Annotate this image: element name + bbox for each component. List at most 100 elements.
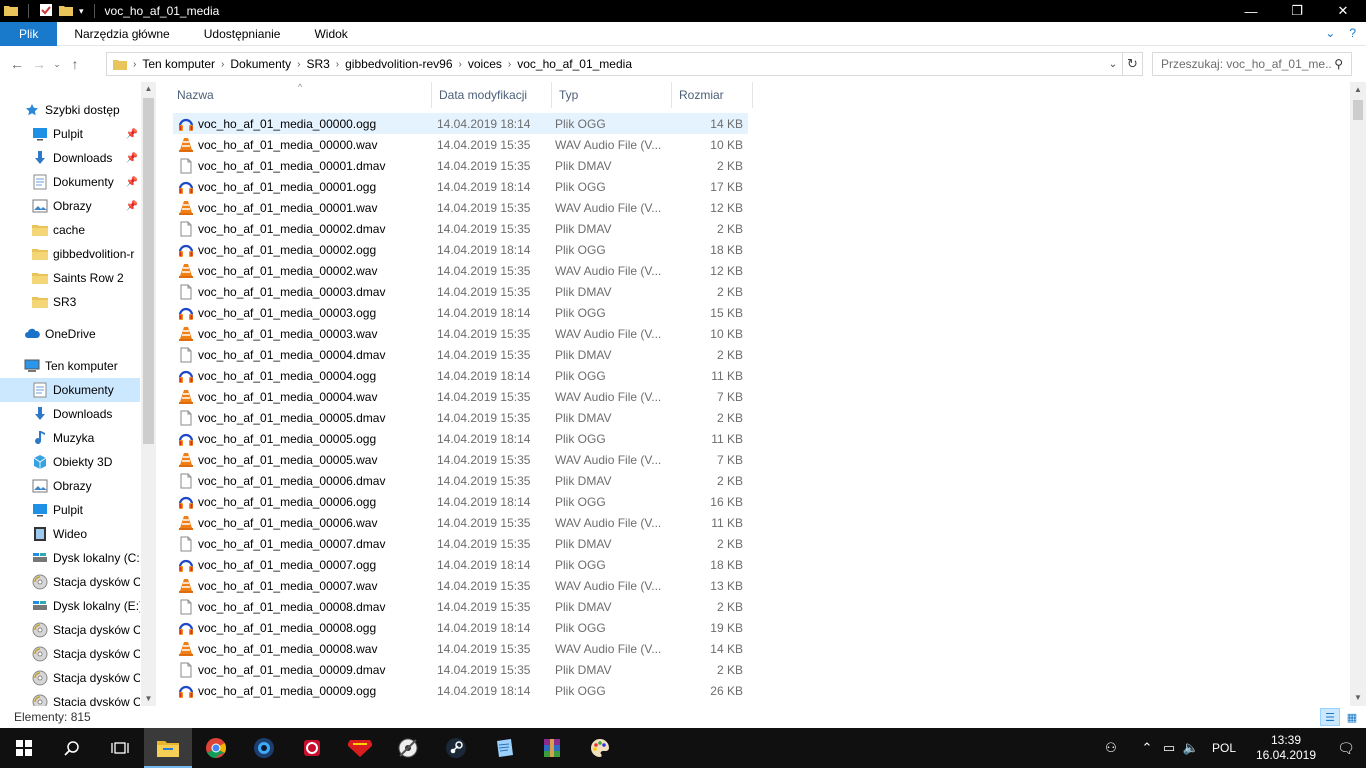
- search-box[interactable]: ⚲: [1152, 52, 1352, 76]
- nav-item[interactable]: Stacja dysków C: [0, 690, 140, 706]
- forward-arrow-icon[interactable]: →: [28, 56, 50, 72]
- file-row[interactable]: voc_ho_af_01_media_00002.ogg 14.04.2019 1…: [173, 239, 748, 260]
- file-row[interactable]: voc_ho_af_01_media_00004.dmav 14.04.2019 …: [173, 344, 748, 365]
- scroll-down-icon[interactable]: ▼: [1350, 690, 1366, 706]
- nav-item[interactable]: Obrazy 📌: [0, 194, 140, 218]
- pin-icon[interactable]: 📌: [126, 201, 138, 212]
- paint-icon[interactable]: [576, 728, 624, 768]
- help-icon[interactable]: ?: [1349, 26, 1356, 40]
- nav-item[interactable]: Muzyka: [0, 426, 140, 450]
- nav-item[interactable]: Pulpit: [0, 498, 140, 522]
- nav-item[interactable]: Szybki dostęp: [0, 98, 140, 122]
- people-icon[interactable]: ⚇: [1100, 728, 1122, 768]
- file-row[interactable]: voc_ho_af_01_media_00006.ogg 14.04.2019 1…: [173, 491, 748, 512]
- breadcrumb-item[interactable]: gibbedvolition-rev96: [341, 57, 456, 71]
- nav-item[interactable]: Ten komputer: [0, 354, 140, 378]
- scrollbar-thumb[interactable]: [143, 98, 154, 444]
- nav-item[interactable]: Dokumenty 📌: [0, 170, 140, 194]
- winrar-icon[interactable]: [528, 728, 576, 768]
- chevron-right-icon[interactable]: ›: [334, 59, 341, 70]
- maximize-icon[interactable]: ❐: [1274, 0, 1320, 22]
- nav-item[interactable]: Stacja dysków C: [0, 642, 140, 666]
- nav-item[interactable]: gibbedvolition-r: [0, 242, 140, 266]
- nav-item[interactable]: Stacja dysków C: [0, 618, 140, 642]
- close-icon[interactable]: ✕: [1320, 0, 1366, 22]
- refresh-icon[interactable]: ↻: [1123, 52, 1143, 76]
- breadcrumb-item[interactable]: Dokumenty: [226, 57, 295, 71]
- file-row[interactable]: voc_ho_af_01_media_00005.ogg 14.04.2019 1…: [173, 428, 748, 449]
- nav-item[interactable]: Downloads: [0, 402, 140, 426]
- windows-start-icon[interactable]: [0, 728, 48, 768]
- file-row[interactable]: voc_ho_af_01_media_00001.ogg 14.04.2019 1…: [173, 176, 748, 197]
- file-row[interactable]: voc_ho_af_01_media_00000.ogg 14.04.2019 1…: [173, 113, 748, 134]
- pin-icon[interactable]: 📌: [126, 177, 138, 188]
- details-view-icon[interactable]: ☰: [1320, 708, 1340, 726]
- customize-toolbar-icon[interactable]: ▾: [79, 6, 84, 17]
- nav-item[interactable]: Stacja dysków C: [0, 666, 140, 690]
- file-row[interactable]: voc_ho_af_01_media_00006.dmav 14.04.2019 …: [173, 470, 748, 491]
- nav-item[interactable]: Saints Row 2: [0, 266, 140, 290]
- volume-icon[interactable]: 🔈: [1180, 728, 1202, 768]
- nav-item[interactable]: Dysk lokalny (C:): [0, 546, 140, 570]
- file-row[interactable]: voc_ho_af_01_media_00003.ogg 14.04.2019 1…: [173, 302, 748, 323]
- scrollbar-thumb[interactable]: [1353, 100, 1363, 120]
- up-arrow-icon[interactable]: ↑: [64, 56, 86, 72]
- file-row[interactable]: voc_ho_af_01_media_00008.dmav 14.04.2019 …: [173, 596, 748, 617]
- network-icon[interactable]: ▭: [1158, 728, 1180, 768]
- chevron-down-icon[interactable]: ⌄: [1104, 53, 1122, 75]
- tab-share[interactable]: Udostępnianie: [187, 22, 298, 46]
- nav-item[interactable]: Downloads 📌: [0, 146, 140, 170]
- file-row[interactable]: voc_ho_af_01_media_00000.wav 14.04.2019 1…: [173, 134, 748, 155]
- scroll-up-icon[interactable]: ▲: [141, 82, 156, 96]
- tab-view[interactable]: Widok: [297, 22, 364, 46]
- file-explorer-icon[interactable]: [144, 728, 192, 768]
- file-row[interactable]: voc_ho_af_01_media_00007.ogg 14.04.2019 1…: [173, 554, 748, 575]
- tab-file[interactable]: Plik: [0, 21, 58, 46]
- chevron-right-icon[interactable]: ›: [131, 59, 138, 70]
- new-folder-icon[interactable]: [59, 4, 73, 19]
- column-header-date[interactable]: Data modyfikacji: [432, 82, 552, 108]
- search-input[interactable]: [1161, 57, 1331, 71]
- nav-item[interactable]: Wideo: [0, 522, 140, 546]
- notepad-app-icon[interactable]: [480, 728, 528, 768]
- clock[interactable]: 13:39 16.04.2019: [1246, 733, 1326, 763]
- file-row[interactable]: voc_ho_af_01_media_00007.wav 14.04.2019 1…: [173, 575, 748, 596]
- breadcrumb-item[interactable]: SR3: [302, 57, 333, 71]
- chevron-right-icon[interactable]: ›: [295, 59, 302, 70]
- nav-item[interactable]: Obrazy: [0, 474, 140, 498]
- scroll-up-icon[interactable]: ▲: [1350, 82, 1366, 98]
- file-row[interactable]: voc_ho_af_01_media_00007.dmav 14.04.2019 …: [173, 533, 748, 554]
- pin-icon[interactable]: 📌: [126, 153, 138, 164]
- file-row[interactable]: voc_ho_af_01_media_00005.wav 14.04.2019 1…: [173, 449, 748, 470]
- file-row[interactable]: voc_ho_af_01_media_00002.dmav 14.04.2019 …: [173, 218, 748, 239]
- file-row[interactable]: voc_ho_af_01_media_00006.wav 14.04.2019 1…: [173, 512, 748, 533]
- breadcrumb-item[interactable]: voc_ho_af_01_media: [513, 57, 636, 71]
- file-row[interactable]: voc_ho_af_01_media_00003.dmav 14.04.2019 …: [173, 281, 748, 302]
- file-row[interactable]: voc_ho_af_01_media_00008.ogg 14.04.2019 1…: [173, 617, 748, 638]
- breadcrumb-item[interactable]: voices: [464, 57, 506, 71]
- nav-item[interactable]: cache: [0, 218, 140, 242]
- file-row[interactable]: voc_ho_af_01_media_00001.dmav 14.04.2019 …: [173, 155, 748, 176]
- show-hidden-icons-icon[interactable]: ⌃: [1136, 728, 1158, 768]
- pin-icon[interactable]: 📌: [126, 129, 138, 140]
- column-header-name[interactable]: Nazwa ^: [170, 82, 432, 108]
- language-indicator[interactable]: POL: [1202, 741, 1246, 755]
- disc-app-icon[interactable]: [384, 728, 432, 768]
- steam-icon[interactable]: [432, 728, 480, 768]
- nav-item[interactable]: Stacja dysków C: [0, 570, 140, 594]
- nav-item[interactable]: Dokumenty: [0, 378, 140, 402]
- superman-app-icon[interactable]: [336, 728, 384, 768]
- expand-ribbon-icon[interactable]: ⌄: [1325, 26, 1335, 40]
- app-eye-icon[interactable]: [240, 728, 288, 768]
- nav-item[interactable]: Pulpit 📌: [0, 122, 140, 146]
- recent-locations-icon[interactable]: ⌄: [50, 59, 64, 70]
- chevron-right-icon[interactable]: ›: [506, 59, 513, 70]
- chrome-icon[interactable]: [192, 728, 240, 768]
- nav-item[interactable]: Dysk lokalny (E:): [0, 594, 140, 618]
- file-row[interactable]: voc_ho_af_01_media_00009.ogg 14.04.2019 1…: [173, 680, 748, 701]
- tab-home[interactable]: Narzędzia główne: [57, 22, 186, 46]
- media-app-icon[interactable]: [288, 728, 336, 768]
- properties-icon[interactable]: [39, 3, 53, 20]
- column-header-size[interactable]: Rozmiar: [672, 82, 753, 108]
- file-list-scrollbar[interactable]: ▲ ▼: [1350, 82, 1366, 706]
